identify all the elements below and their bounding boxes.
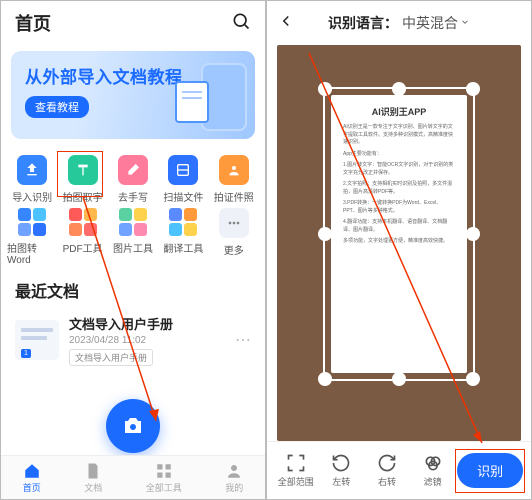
lang-value[interactable]: 中英混合 <box>402 13 458 33</box>
crop-handle[interactable] <box>466 372 480 386</box>
chevron-left-icon <box>277 12 295 30</box>
nav-docs[interactable]: 文档 <box>84 462 102 494</box>
crop-frame[interactable]: AI识别王APP AI识别王是一款专注于文字识别、图片转文字的文字提取工具软件。… <box>323 87 475 381</box>
crop-handle[interactable] <box>318 82 332 96</box>
grid-label: 导入识别 <box>12 189 52 204</box>
doc-thumb: 1 <box>15 320 59 360</box>
pdf-icon <box>69 208 97 236</box>
tool-grid: 导入识别 拍图取字 去手写 扫描文件 拍证件照 拍图转Word PDF工具 <box>1 145 265 268</box>
red-highlight-box <box>57 151 103 197</box>
view-tutorial-button[interactable]: 查看教程 <box>25 96 89 118</box>
recent-doc-item[interactable]: 1 文档导入用户手册 2023/04/28 11:02 文档导入用户手册 ⋯ <box>1 308 265 372</box>
rotate-right-button[interactable]: 右转 <box>366 453 408 488</box>
right-screenshot: 识别语言： 中英混合 AI识别王APP AI识别王是一款专注于文字识别、图片转文… <box>266 0 532 500</box>
left-header: 首页 <box>1 1 265 45</box>
search-icon[interactable] <box>231 11 251 36</box>
nav-tools[interactable]: 全部工具 <box>146 462 182 494</box>
chevron-down-icon[interactable] <box>460 14 470 32</box>
camera-preview: AI识别王APP AI识别王是一款专注于文字识别、图片转文字的文字提取工具软件。… <box>277 45 521 441</box>
translate-icon <box>169 208 197 236</box>
grid-item-translate[interactable]: 翻译工具 <box>158 208 208 266</box>
nav-me[interactable]: 我的 <box>225 462 243 494</box>
paper-title: AI识别王APP <box>343 105 455 118</box>
rotate-right-icon <box>377 453 397 473</box>
page-title: 首页 <box>15 10 51 36</box>
doc-name: 文档导入用户手册 <box>69 314 225 333</box>
image-icon <box>119 208 147 236</box>
grid-item-word[interactable]: 拍图转Word <box>7 208 57 266</box>
filter-icon <box>423 453 443 473</box>
docs-icon <box>84 462 102 480</box>
grid-item-idphoto[interactable]: 拍证件照 <box>209 155 259 204</box>
crop-handle[interactable] <box>466 227 480 241</box>
nav-home[interactable]: 首页 <box>23 462 41 494</box>
user-icon <box>225 462 243 480</box>
grid-label: 图片工具 <box>113 240 153 255</box>
left-bottom-nav: 首页 文档 全部工具 我的 <box>1 455 265 499</box>
scan-icon <box>168 155 198 185</box>
back-button[interactable] <box>277 12 295 35</box>
recent-docs-title: 最近文档 <box>1 268 265 308</box>
home-icon <box>23 462 41 480</box>
rotate-left-icon <box>331 453 351 473</box>
grid-item-scan[interactable]: 扫描文件 <box>158 155 208 204</box>
tutorial-banner[interactable]: 从外部导入文档教程 查看教程 <box>11 51 255 139</box>
grid-label: 更多 <box>224 242 244 257</box>
paper-body: AI识别王是一款专注于文字识别、图片转文字的文字提取工具软件。支持多种识别模式，… <box>343 124 455 246</box>
red-highlight-box <box>455 449 525 493</box>
grid-label: 扫描文件 <box>163 189 203 204</box>
idphoto-icon <box>219 155 249 185</box>
full-range-button[interactable]: 全部范围 <box>275 453 317 488</box>
grid-item-import[interactable]: 导入识别 <box>7 155 57 204</box>
filter-button[interactable]: 滤镜 <box>412 453 454 488</box>
grid-label: PDF工具 <box>63 240 103 255</box>
doc-date: 2023/04/28 11:02 <box>69 335 225 346</box>
right-header: 识别语言： 中英混合 <box>267 1 531 45</box>
crop-handle[interactable] <box>318 372 332 386</box>
more-icon <box>219 208 249 238</box>
doc-tag: 文档导入用户手册 <box>69 349 153 366</box>
crop-handle[interactable] <box>466 82 480 96</box>
grid-label: 拍图转Word <box>7 240 57 266</box>
camera-fab[interactable] <box>106 399 160 453</box>
grid-item-erase-handwriting[interactable]: 去手写 <box>108 155 158 204</box>
grid-label: 翻译工具 <box>163 240 203 255</box>
doc-more-icon[interactable]: ⋯ <box>235 330 251 350</box>
banner-doc-illustration <box>175 81 209 123</box>
crop-handle[interactable] <box>392 82 406 96</box>
left-screenshot: 首页 从外部导入文档教程 查看教程 导入识别 拍图取字 去手写 扫描文件 拍证件… <box>0 0 266 500</box>
rotate-left-button[interactable]: 左转 <box>320 453 362 488</box>
grid-item-image[interactable]: 图片工具 <box>108 208 158 266</box>
crop-handle[interactable] <box>318 227 332 241</box>
word-icon <box>18 208 46 236</box>
lang-label: 识别语言： <box>328 13 398 33</box>
camera-icon <box>121 414 145 438</box>
grid-item-pdf[interactable]: PDF工具 <box>57 208 107 266</box>
grid-item-more[interactable]: 更多 <box>209 208 259 266</box>
grid-label: 拍证件照 <box>214 189 254 204</box>
grid-label: 去手写 <box>118 189 148 204</box>
import-icon <box>17 155 47 185</box>
crop-handle[interactable] <box>392 372 406 386</box>
document-preview: AI识别王APP AI识别王是一款专注于文字识别、图片转文字的文字提取工具软件。… <box>331 95 467 373</box>
eraser-icon <box>118 155 148 185</box>
expand-icon <box>286 453 306 473</box>
tools-icon <box>155 462 173 480</box>
doc-badge: 1 <box>21 349 31 358</box>
